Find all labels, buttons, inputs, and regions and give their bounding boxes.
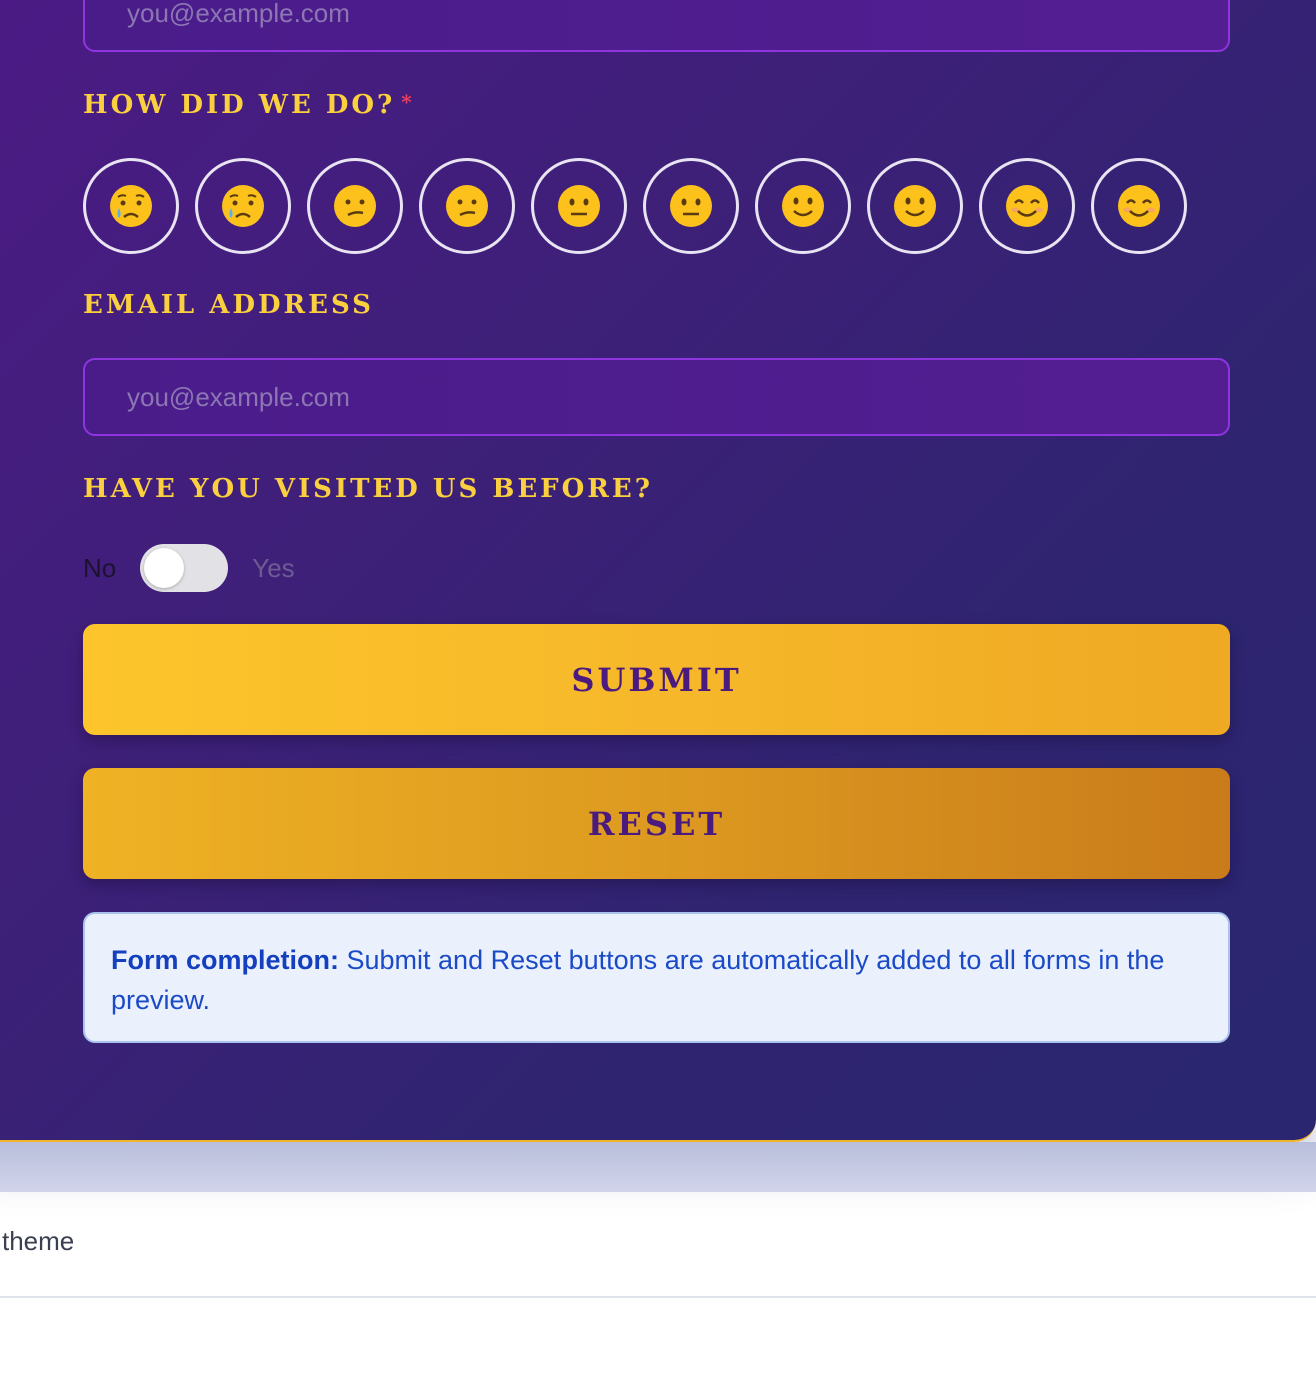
rating-option-3[interactable] (307, 158, 403, 254)
rating-option-7[interactable] (755, 158, 851, 254)
neutral-face-icon (670, 185, 712, 227)
email-input-top[interactable] (83, 0, 1230, 52)
rating-option-4[interactable] (419, 158, 515, 254)
slightly-smiling-face-icon (782, 185, 824, 227)
rating-label-text: HOW DID WE DO? (83, 90, 396, 120)
email-label: EMAIL ADDRESS (83, 290, 374, 320)
neutral-face-icon (558, 185, 600, 227)
visited-toggle-row: No Yes (83, 544, 295, 592)
rating-label: HOW DID WE DO? * (83, 90, 415, 120)
crying-face-icon (222, 185, 264, 227)
reset-button[interactable]: RESET (83, 768, 1230, 879)
rating-option-10[interactable] (1091, 158, 1187, 254)
rating-option-9[interactable] (979, 158, 1075, 254)
rating-option-1[interactable] (83, 158, 179, 254)
submit-button[interactable]: SUBMIT (83, 624, 1230, 735)
info-notice: Form completion: Submit and Reset button… (83, 912, 1230, 1043)
rating-option-5[interactable] (531, 158, 627, 254)
rating-option-8[interactable] (867, 158, 963, 254)
smiling-face-icon (1118, 185, 1160, 227)
toggle-off-label: No (83, 552, 117, 583)
rating-option-6[interactable] (643, 158, 739, 254)
info-title: Form completion: (111, 945, 339, 975)
crying-face-icon (110, 185, 152, 227)
slightly-smiling-face-icon (894, 185, 936, 227)
footer-divider (0, 1296, 1316, 1298)
email-input[interactable] (83, 358, 1230, 436)
footer-theme-label: theme (2, 1226, 75, 1256)
toggle-knob (144, 548, 185, 588)
required-mark: * (401, 90, 415, 114)
card-shadow (0, 1142, 1316, 1192)
rating-option-2[interactable] (195, 158, 291, 254)
toggle-on-label: Yes (252, 552, 295, 583)
rating-options (83, 158, 1187, 254)
visited-label: HAVE YOU VISITED US BEFORE? (83, 474, 653, 504)
confused-face-icon (446, 185, 488, 227)
visited-toggle[interactable] (140, 544, 229, 592)
smiling-face-icon (1006, 185, 1048, 227)
confused-face-icon (334, 185, 376, 227)
